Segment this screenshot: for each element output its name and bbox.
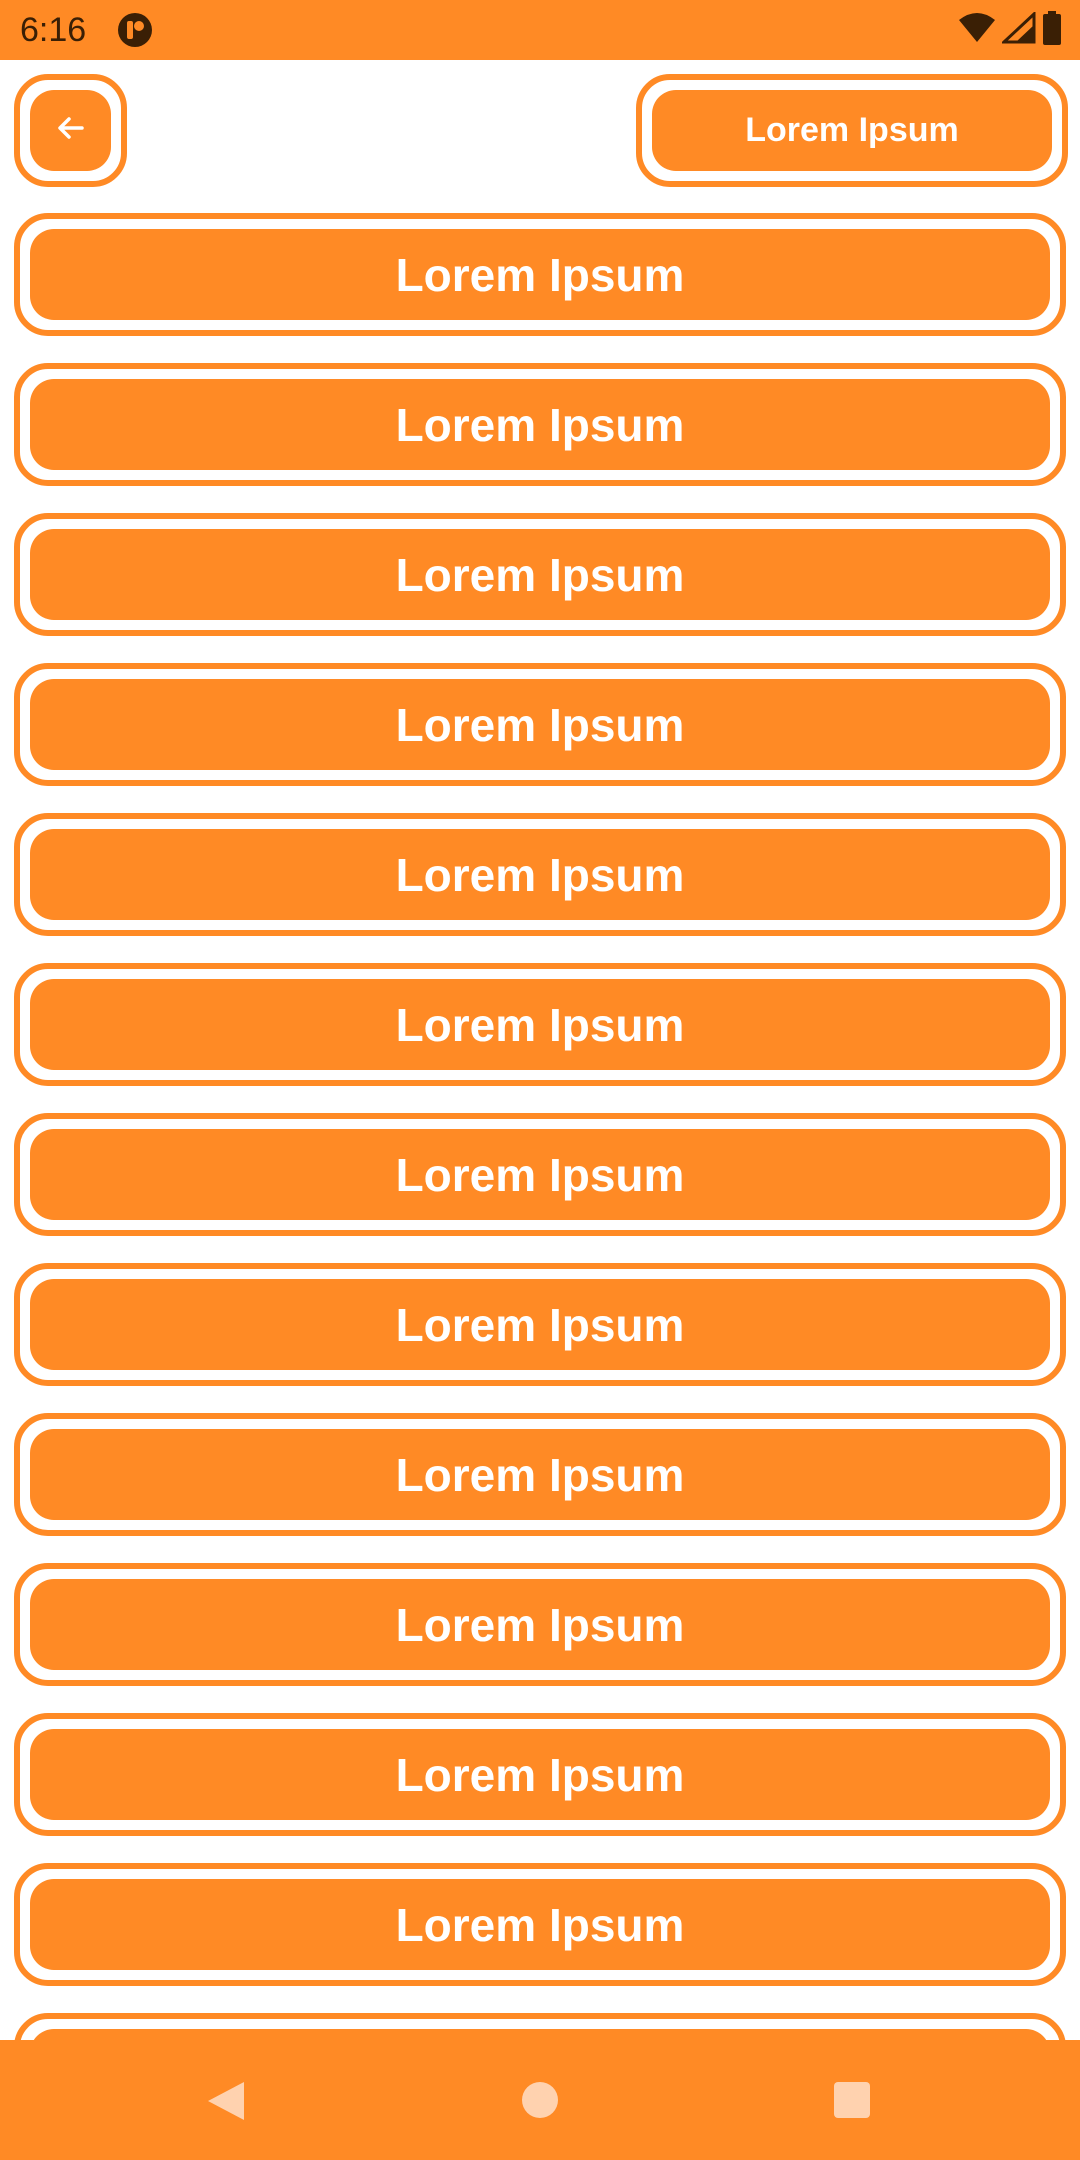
signal-icon [1000,10,1036,49]
list-button-label: Lorem Ipsum [30,829,1050,920]
header-action-button[interactable]: Lorem Ipsum [636,74,1068,187]
list-button[interactable]: Lorem Ipsum [14,1413,1066,1536]
nav-home-icon[interactable] [522,2082,558,2118]
list-button[interactable]: Lorem Ipsum [14,1863,1066,1986]
list-button-label: Lorem Ipsum [30,379,1050,470]
list-button[interactable]: Lorem Ipsum [14,363,1066,486]
status-icons [958,10,1062,50]
nav-back-icon[interactable] [206,2080,246,2127]
back-button-fill [30,90,111,171]
list-button[interactable]: Lorem Ipsum [14,513,1066,636]
status-time: 6:16 [20,11,87,49]
list-button[interactable]: Lorem Ipsum [14,1563,1066,1686]
header-action-label: Lorem Ipsum [652,90,1052,171]
list-button[interactable]: Lorem Ipsum [14,663,1066,786]
list-button-label: Lorem Ipsum [30,1579,1050,1670]
app-screen: 6:16 Lorem Ipsum Lorem Ipsum Lorem Ipsum… [0,0,1080,2160]
list-button-label: Lorem Ipsum [30,679,1050,770]
list-button-label: Lorem Ipsum [30,1279,1050,1370]
list-button[interactable]: Lorem Ipsum [14,213,1066,336]
list-button-label: Lorem Ipsum [30,529,1050,620]
list-button[interactable]: Lorem Ipsum [14,1113,1066,1236]
battery-icon [1042,10,1062,50]
app-notification-icon [117,12,153,48]
back-button[interactable] [14,74,127,187]
list-button-label: Lorem Ipsum [30,1729,1050,1820]
list-button-label: Lorem Ipsum [30,229,1050,320]
nav-recents-icon[interactable] [834,2082,870,2118]
navigation-bar [0,2040,1080,2160]
status-bar: 6:16 [0,0,1080,60]
list-button-label: Lorem Ipsum [30,1879,1050,1970]
list-button[interactable]: Lorem Ipsum [14,963,1066,1086]
list-button-label: Lorem Ipsum [30,1129,1050,1220]
list-button[interactable]: Lorem Ipsum [14,813,1066,936]
list-button-label: Lorem Ipsum [30,979,1050,1070]
arrow-left-icon [54,111,88,150]
list-button-label: Lorem Ipsum [30,1429,1050,1520]
wifi-icon [958,12,996,49]
list-button[interactable]: Lorem Ipsum [14,1263,1066,1386]
list-button[interactable]: Lorem Ipsum [14,1713,1066,1836]
